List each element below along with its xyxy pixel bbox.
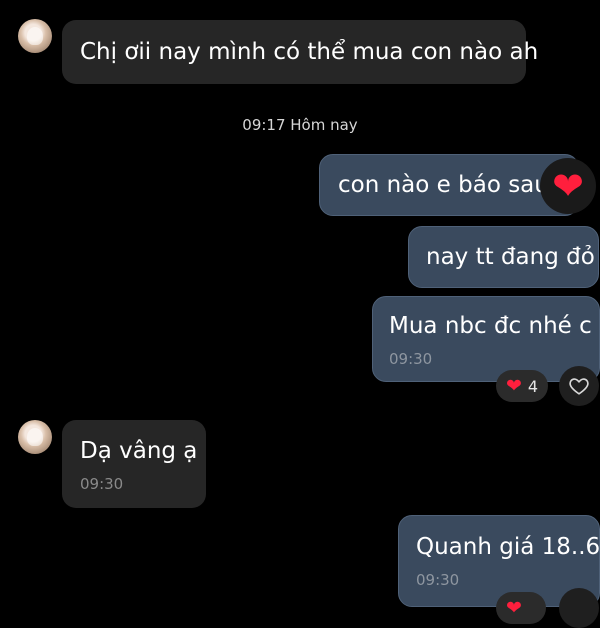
heart-icon: ❤ [506,374,522,397]
date-divider: 09:17 Hôm nay [242,116,358,134]
reaction-count: 4 [527,376,539,396]
reaction-pill[interactable]: ❤ 4 [496,370,549,402]
message-text: con nào e báo sau [338,172,549,198]
message-text: Chị ơii nay mình có thể mua con nào ah [80,39,539,65]
like-button[interactable] [559,588,599,628]
heart-outline-icon [569,378,589,395]
contact-avatar[interactable] [18,19,52,53]
reaction-pill[interactable]: ❤ [496,592,546,624]
message-bubble-incoming[interactable]: Chị ơii nay mình có thể mua con nào ah [62,20,538,84]
heart-icon: ❤ [552,164,584,208]
message-text: nay tt đang đỏ [426,244,595,270]
message-text: Dạ vâng ạ [80,438,198,464]
chat-thread: Chị ơii nay mình có thể mua con nào ah 0… [0,0,600,628]
contact-avatar[interactable] [18,420,52,454]
like-button[interactable] [559,366,599,406]
message-time: 09:30 [80,475,124,493]
message-time: 09:30 [416,571,460,589]
message-bubble-outgoing[interactable]: nay tt đang đỏ [408,226,599,288]
heart-reaction[interactable]: ❤ [540,158,596,214]
heart-icon: ❤ [506,596,522,619]
message-bubble-outgoing[interactable]: Mua nbc đc nhé c 09:30 [372,296,600,382]
message-time: 09:30 [389,350,433,368]
message-text: Quanh giá 18..6 [416,534,600,560]
message-bubble-incoming[interactable]: Dạ vâng ạ 09:30 [62,420,206,508]
message-text: Mua nbc đc nhé c [389,313,592,339]
